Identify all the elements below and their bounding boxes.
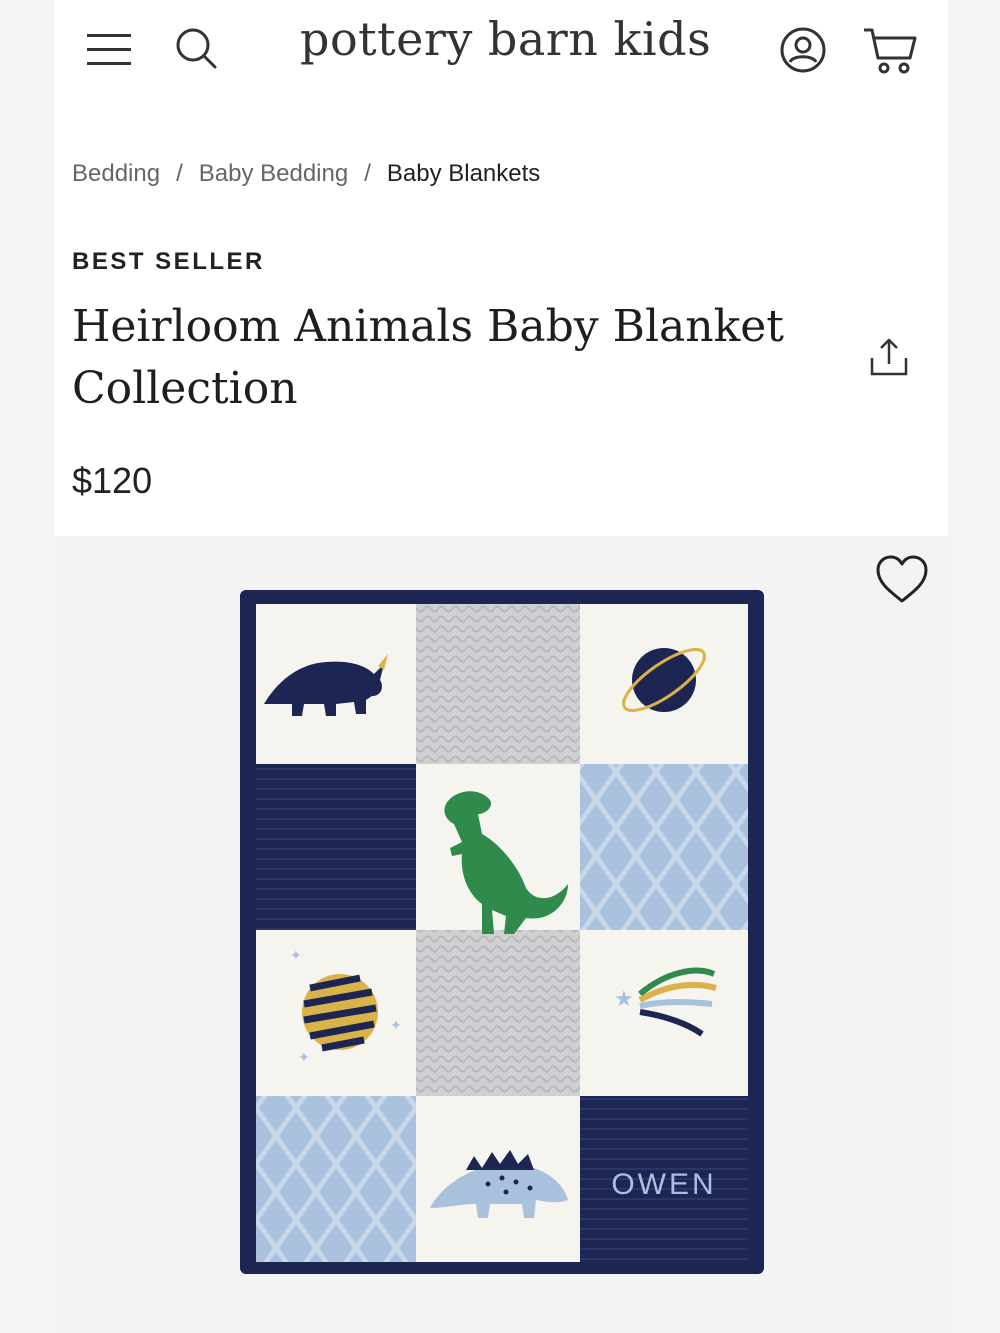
cart-icon[interactable] xyxy=(862,24,918,76)
personalization-text: OWEN xyxy=(611,1168,716,1201)
breadcrumb-bedding[interactable]: Bedding xyxy=(72,160,160,187)
breadcrumb-separator: / xyxy=(176,160,183,187)
breadcrumb-baby-bedding[interactable]: Baby Bedding xyxy=(199,160,348,187)
best-seller-badge: BEST SELLER xyxy=(72,248,265,275)
search-icon[interactable] xyxy=(172,24,220,72)
svg-text:✦: ✦ xyxy=(290,948,302,964)
breadcrumb-baby-blankets: Baby Blankets xyxy=(386,160,541,187)
brand-logo[interactable]: pottery barn kids xyxy=(300,12,711,66)
menu-icon[interactable] xyxy=(87,30,131,70)
product-title: Heirloom Animals Baby Blanket Collection xyxy=(72,301,784,414)
page: pottery barn kids Bedding / Baby Bedding / B… xyxy=(54,0,948,1333)
breadcrumb: Bedding / Baby Bedding / Baby Blankets xyxy=(72,160,540,188)
blanket-image: ✦ ✦ ✦ ★ OWEN xyxy=(240,590,764,1274)
svg-text:★: ★ xyxy=(614,987,634,1012)
account-icon[interactable] xyxy=(779,26,827,74)
svg-text:✦: ✦ xyxy=(298,1050,310,1066)
favorite-heart-icon[interactable] xyxy=(874,554,930,606)
svg-text:✦: ✦ xyxy=(390,1018,402,1034)
product-image-gallery[interactable]: ✦ ✦ ✦ ★ OWEN xyxy=(54,536,948,1333)
breadcrumb-separator: / xyxy=(364,160,371,187)
product-price: $120 xyxy=(72,460,153,501)
share-icon[interactable] xyxy=(868,336,910,380)
